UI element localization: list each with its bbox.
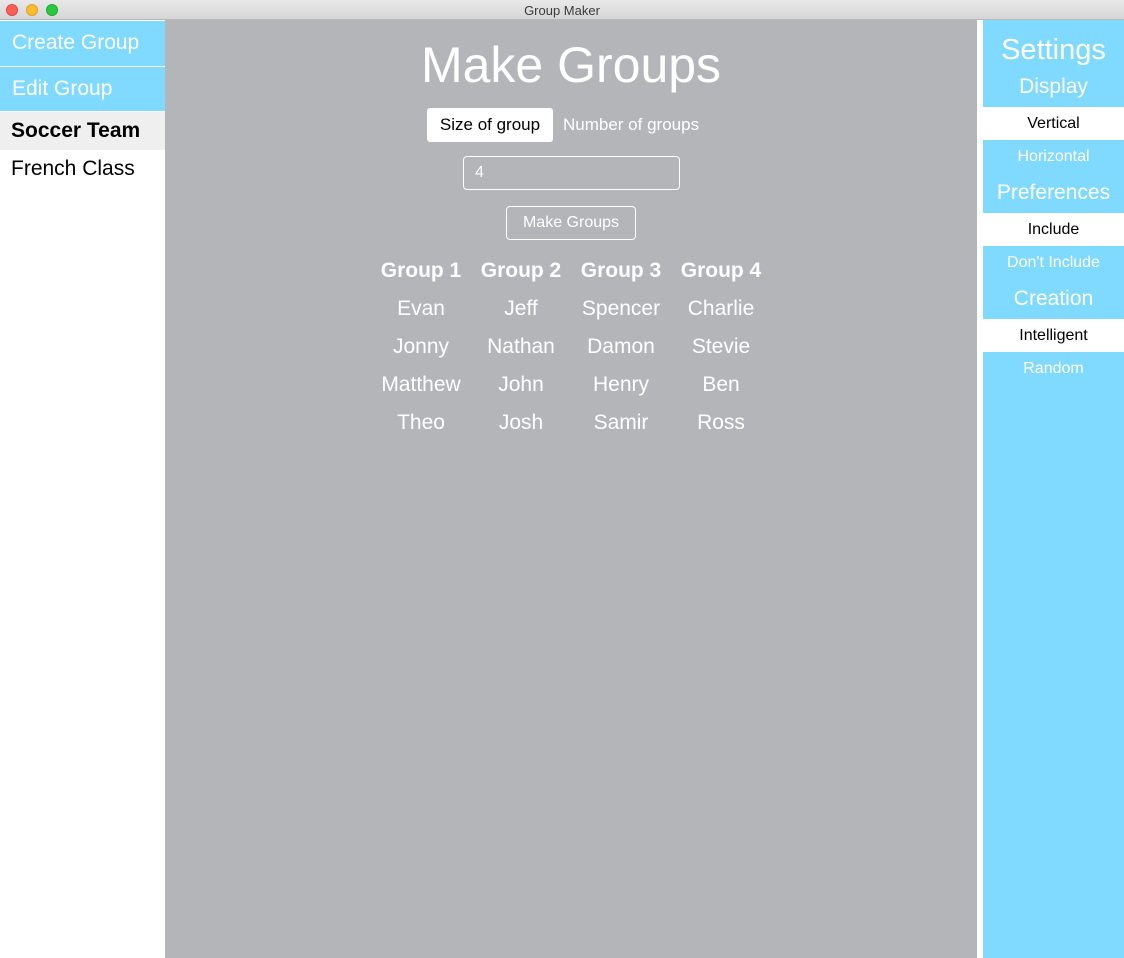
group-member: Nathan <box>487 335 555 358</box>
preferences-option-dont-include[interactable]: Don't Include <box>983 246 1124 279</box>
group-column: Group 3 Spencer Damon Henry Samir <box>571 252 671 442</box>
group-member: Ben <box>702 373 740 396</box>
sidebar-group-item[interactable]: French Class <box>0 150 165 188</box>
group-member: Theo <box>397 411 445 434</box>
group-member: John <box>498 373 544 396</box>
creation-heading: Creation <box>1013 287 1094 310</box>
group-heading: Group 4 <box>680 259 762 282</box>
settings-title: Settings <box>1001 34 1106 66</box>
group-column: Group 1 Evan Jonny Matthew Theo <box>371 252 471 442</box>
make-groups-button[interactable]: Make Groups <box>506 206 636 240</box>
window-title: Group Maker <box>524 3 600 18</box>
group-size-input[interactable] <box>463 156 680 190</box>
group-column: Group 4 Charlie Stevie Ben Ross <box>671 252 771 442</box>
group-column: Group 2 Jeff Nathan John Josh <box>471 252 571 442</box>
main-panel: Make Groups Size of group Number of grou… <box>165 20 977 958</box>
preferences-option-include[interactable]: Include <box>983 213 1124 246</box>
preferences-heading: Preferences <box>996 181 1111 204</box>
group-member: Jonny <box>392 335 450 358</box>
page-title: Make Groups <box>420 37 722 93</box>
group-heading: Group 2 <box>480 259 562 282</box>
group-member: Damon <box>587 335 655 358</box>
sidebar-group-item-selected[interactable]: Soccer Team <box>0 112 165 150</box>
group-member: Samir <box>593 411 649 434</box>
tab-size-of-group[interactable]: Size of group <box>427 108 553 142</box>
group-heading: Group 3 <box>580 259 662 282</box>
display-heading: Display <box>1019 75 1088 98</box>
group-member: Charlie <box>687 297 755 320</box>
group-member: Evan <box>397 297 445 320</box>
tab-number-of-groups[interactable]: Number of groups <box>563 108 708 142</box>
group-member: Ross <box>697 411 745 434</box>
creation-option-intelligent[interactable]: Intelligent <box>983 319 1124 352</box>
sidebar: Create Group Edit Group Soccer Team Fren… <box>0 20 165 958</box>
group-member: Spencer <box>581 297 661 320</box>
window-titlebar: Group Maker <box>0 0 1124 20</box>
group-member: Josh <box>498 411 544 434</box>
group-member: Stevie <box>691 335 751 358</box>
display-option-vertical[interactable]: Vertical <box>983 107 1124 140</box>
create-group-button[interactable]: Create Group <box>0 21 165 66</box>
group-heading: Group 1 <box>380 259 462 282</box>
display-option-horizontal[interactable]: Horizontal <box>983 140 1124 173</box>
group-member: Henry <box>592 373 650 396</box>
edit-group-button[interactable]: Edit Group <box>0 67 165 111</box>
group-member: Jeff <box>504 297 538 320</box>
creation-option-random[interactable]: Random <box>983 352 1124 385</box>
group-member: Matthew <box>381 373 461 396</box>
settings-panel: Settings Display Vertical Horizontal Pre… <box>983 20 1124 958</box>
